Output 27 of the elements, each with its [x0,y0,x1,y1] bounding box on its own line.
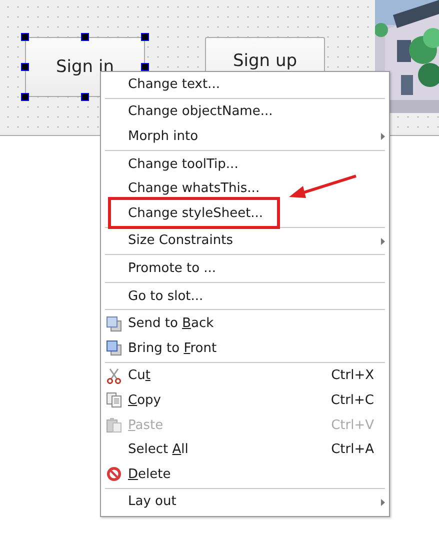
menu-item[interactable]: Bring to Front [101,336,389,361]
resize-handle[interactable] [81,33,89,41]
menu-item[interactable]: Send to Back [101,311,389,336]
menu-item[interactable]: Size Constraints [101,228,389,254]
menu-item[interactable]: Go to slot... [101,284,389,308]
resize-handle[interactable] [21,63,29,71]
resize-handle[interactable] [21,33,29,41]
menu-item[interactable]: Cut Ctrl+X [101,364,389,388]
resize-handle[interactable] [21,93,29,101]
scissors-icon [106,368,122,384]
menu-item[interactable]: Morph into [101,124,389,149]
copy-icon [106,392,122,408]
no-entry-icon [106,466,122,482]
menu-item[interactable]: Promote to ... [101,256,389,281]
layers-icon [106,340,122,356]
menu-item[interactable]: Delete [101,462,389,487]
menu-item[interactable]: Change toolTip... [101,152,389,176]
resize-handle[interactable] [141,63,149,71]
clipboard-icon [106,417,122,434]
callout-arrow [288,174,358,200]
menu-item[interactable]: Change objectName... [101,100,389,124]
menu-item[interactable]: Select All Ctrl+A [101,437,389,462]
menu-item[interactable]: Lay out [101,490,389,514]
resize-handle[interactable] [141,33,149,41]
menu-item[interactable]: Copy Ctrl+C [101,388,389,413]
resize-handle[interactable] [81,93,89,101]
layers-icon [106,316,122,332]
